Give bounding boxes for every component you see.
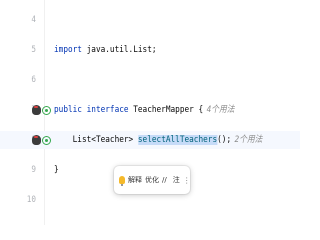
gutter-icons <box>32 134 51 146</box>
code-token: java.util.List; <box>81 45 157 55</box>
code-text: List<Teacher> selectAllTeachers(); 2个用法 <box>54 131 262 149</box>
line-number: 6 <box>31 75 36 85</box>
code-text: } <box>54 165 59 175</box>
keyword: import <box>54 45 82 55</box>
more-icon[interactable]: ⋮ <box>183 176 191 185</box>
gutter-icons <box>32 104 51 116</box>
annotate-button[interactable]: 注 <box>173 175 180 185</box>
code-line-8[interactable]: 8 List<Teacher> selectAllTeachers();2个用法 <box>0 131 300 149</box>
keyword: interface <box>81 105 129 115</box>
code-line-4[interactable]: 4 <box>0 11 300 29</box>
implemented-icon[interactable] <box>42 135 51 145</box>
mybatis-bean-icon[interactable] <box>32 105 41 115</box>
explain-button[interactable]: 解释 <box>128 175 142 185</box>
line-number: 5 <box>31 45 36 55</box>
usages-hint[interactable]: 4个用法 <box>207 105 235 115</box>
code-line-5[interactable]: 5 import java.util.List; <box>0 41 300 59</box>
line-number: 9 <box>31 165 36 175</box>
line-number: 10 <box>26 195 36 205</box>
line-number: 4 <box>31 15 36 25</box>
comment-button[interactable]: // <box>162 176 167 184</box>
code-text: import java.util.List; <box>54 41 157 59</box>
usages-hint[interactable]: 2个用法 <box>235 135 263 145</box>
keyword: public <box>54 105 82 115</box>
implemented-icon[interactable] <box>42 105 51 115</box>
lightbulb-icon[interactable] <box>119 176 125 186</box>
ai-action-popup: 解释 优化 // 注 ⋮ <box>114 166 191 194</box>
code-line-6[interactable]: 6 <box>0 71 300 89</box>
code-token: TeacherMapper { <box>128 105 204 115</box>
selected-text[interactable]: selectAllTeachers <box>137 135 218 145</box>
code-text: public interface TeacherMapper {4个用法 <box>54 101 234 119</box>
mybatis-bean-icon[interactable] <box>32 135 41 145</box>
code-token: List<Teacher> <box>54 135 138 145</box>
code-token: (); <box>217 135 232 145</box>
code-line-7[interactable]: 7 public interface TeacherMapper {4个用法 <box>0 101 300 119</box>
optimize-button[interactable]: 优化 <box>145 175 159 185</box>
